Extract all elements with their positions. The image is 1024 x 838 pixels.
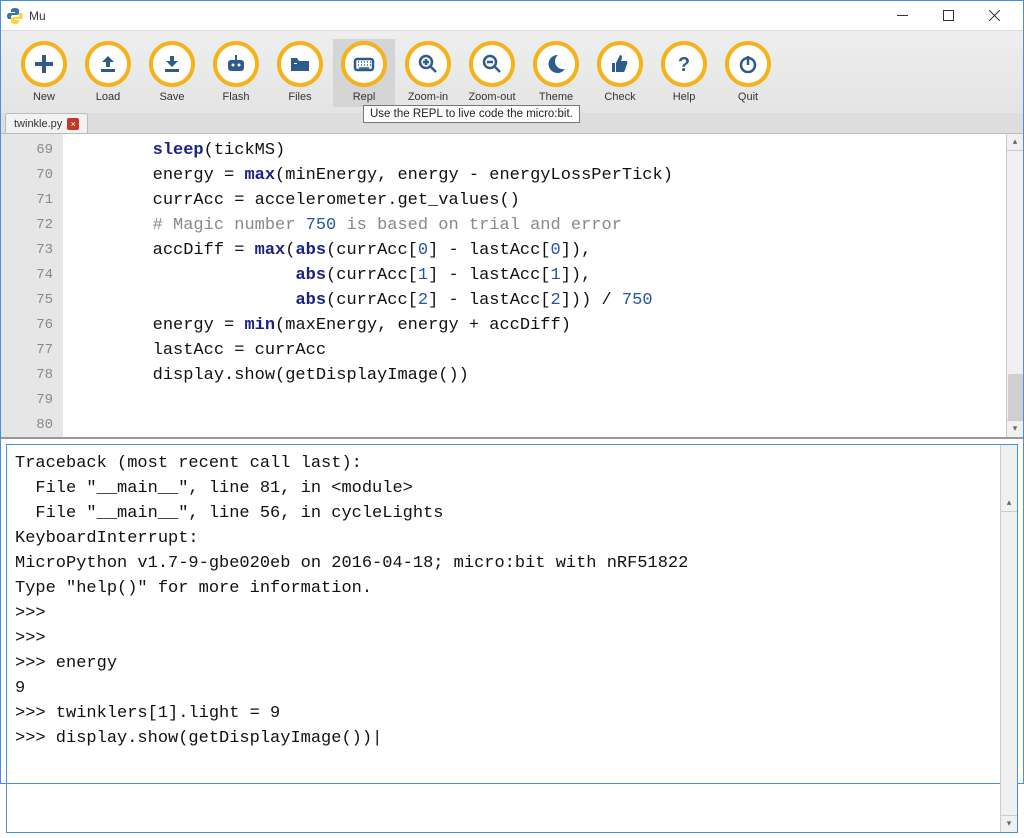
moon-icon bbox=[533, 41, 579, 87]
repl-line: Type "help()" for more information. bbox=[15, 576, 1013, 601]
zoom-out-button[interactable]: Zoom-out bbox=[461, 39, 523, 107]
zoom-out-label: Zoom-out bbox=[468, 91, 515, 103]
keyboard-icon bbox=[341, 41, 387, 87]
repl-line: Traceback (most recent call last): bbox=[15, 451, 1013, 476]
check-label: Check bbox=[604, 91, 635, 103]
window-controls bbox=[879, 1, 1017, 31]
repl-line: >>> display.show(getDisplayImage()) bbox=[15, 726, 1013, 751]
tab-twinkle[interactable]: twinkle.py × bbox=[5, 113, 88, 133]
code-editor[interactable]: 697071727374757677787980 sleep(tickMS) e… bbox=[1, 134, 1023, 439]
upload-icon bbox=[85, 41, 131, 87]
quit-label: Quit bbox=[738, 91, 758, 103]
line-number: 71 bbox=[1, 188, 53, 213]
code-line: currAcc = accelerometer.get_values() bbox=[71, 188, 1023, 213]
close-tab-icon[interactable]: × bbox=[67, 118, 79, 130]
line-number: 77 bbox=[1, 338, 53, 363]
repl-line: >>> bbox=[15, 626, 1013, 651]
zoom-in-button[interactable]: Zoom-in bbox=[397, 39, 459, 107]
new-label: New bbox=[33, 91, 55, 103]
code-line: # Magic number 750 is based on trial and… bbox=[71, 213, 1023, 238]
code-line: sleep(tickMS) bbox=[71, 138, 1023, 163]
robot-icon bbox=[213, 41, 259, 87]
tab-label: twinkle.py bbox=[14, 118, 62, 130]
line-number: 72 bbox=[1, 213, 53, 238]
toolbar: New Load Save Flash Files Repl Zoom-in Zoom-out… bbox=[1, 31, 1023, 113]
line-number: 73 bbox=[1, 238, 53, 263]
code-line: lastAcc = currAcc bbox=[71, 338, 1023, 363]
tooltip: Use the REPL to live code the micro:bit. bbox=[363, 105, 580, 123]
line-number: 69 bbox=[1, 138, 53, 163]
repl-line: File "__main__", line 81, in <module> bbox=[15, 476, 1013, 501]
line-number: 80 bbox=[1, 413, 53, 438]
files-button[interactable]: Files bbox=[269, 39, 331, 107]
scroll-down-icon[interactable]: ▾ bbox=[1007, 420, 1023, 437]
new-button[interactable]: New bbox=[13, 39, 75, 107]
code-line: energy = min(maxEnergy, energy + accDiff… bbox=[71, 313, 1023, 338]
line-number: 78 bbox=[1, 363, 53, 388]
line-gutter: 697071727374757677787980 bbox=[1, 134, 63, 437]
line-number: 75 bbox=[1, 288, 53, 313]
maximize-button[interactable] bbox=[925, 1, 971, 31]
repl-line: >>> twinklers[1].light = 9 bbox=[15, 701, 1013, 726]
flash-button[interactable]: Flash bbox=[205, 39, 267, 107]
zoom-out-icon bbox=[469, 41, 515, 87]
power-icon bbox=[725, 41, 771, 87]
zoom-in-label: Zoom-in bbox=[408, 91, 448, 103]
scroll-up-icon[interactable]: ▴ bbox=[1001, 495, 1017, 512]
scroll-down-icon[interactable]: ▾ bbox=[1001, 815, 1017, 832]
code-line: accDiff = max(abs(currAcc[0] - lastAcc[0… bbox=[71, 238, 1023, 263]
zoom-in-icon bbox=[405, 41, 451, 87]
repl-line: >>> bbox=[15, 601, 1013, 626]
code-line: abs(currAcc[2] - lastAcc[2])) / 750 bbox=[71, 288, 1023, 313]
line-number: 74 bbox=[1, 263, 53, 288]
repl-line: MicroPython v1.7-9-gbe020eb on 2016-04-1… bbox=[15, 551, 1013, 576]
line-number: 70 bbox=[1, 163, 53, 188]
flash-label: Flash bbox=[223, 91, 250, 103]
load-label: Load bbox=[96, 91, 120, 103]
quit-button[interactable]: Quit bbox=[717, 39, 779, 107]
thumb-icon bbox=[597, 41, 643, 87]
scroll-up-icon[interactable]: ▴ bbox=[1007, 134, 1023, 151]
repl-panel[interactable]: Traceback (most recent call last): File … bbox=[6, 444, 1018, 833]
close-button[interactable] bbox=[971, 1, 1017, 31]
repl-line: >>> energy bbox=[15, 651, 1013, 676]
line-number: 76 bbox=[1, 313, 53, 338]
download-icon bbox=[149, 41, 195, 87]
repl-line: File "__main__", line 56, in cycleLights bbox=[15, 501, 1013, 526]
save-button[interactable]: Save bbox=[141, 39, 203, 107]
code-line: energy = max(minEnergy, energy - energyL… bbox=[71, 163, 1023, 188]
theme-label: Theme bbox=[539, 91, 573, 103]
titlebar[interactable]: Mu bbox=[1, 1, 1023, 31]
theme-button[interactable]: Theme bbox=[525, 39, 587, 107]
help-button[interactable]: ? Help bbox=[653, 39, 715, 107]
save-label: Save bbox=[159, 91, 184, 103]
check-button[interactable]: Check bbox=[589, 39, 651, 107]
question-icon: ? bbox=[661, 41, 707, 87]
svg-text:?: ? bbox=[678, 54, 690, 75]
repl-label: Repl bbox=[353, 91, 376, 103]
load-button[interactable]: Load bbox=[77, 39, 139, 107]
repl-line: KeyboardInterrupt: bbox=[15, 526, 1013, 551]
repl-button[interactable]: Repl bbox=[333, 39, 395, 107]
plus-icon bbox=[21, 41, 67, 87]
code-area[interactable]: sleep(tickMS) energy = max(minEnergy, en… bbox=[63, 134, 1023, 437]
repl-line: 9 bbox=[15, 676, 1013, 701]
files-label: Files bbox=[288, 91, 311, 103]
app-icon bbox=[7, 8, 23, 24]
folder-icon bbox=[277, 41, 323, 87]
repl-scrollbar[interactable]: ▴ ▾ bbox=[1000, 445, 1017, 832]
code-line: display.show(getDisplayImage()) bbox=[71, 363, 1023, 388]
line-number: 79 bbox=[1, 388, 53, 413]
code-line: abs(currAcc[1] - lastAcc[1]), bbox=[71, 263, 1023, 288]
editor-scrollbar[interactable]: ▴ ▾ bbox=[1006, 134, 1023, 437]
window-title: Mu bbox=[29, 9, 46, 23]
help-label: Help bbox=[673, 91, 696, 103]
scroll-thumb[interactable] bbox=[1008, 374, 1023, 422]
minimize-button[interactable] bbox=[879, 1, 925, 31]
